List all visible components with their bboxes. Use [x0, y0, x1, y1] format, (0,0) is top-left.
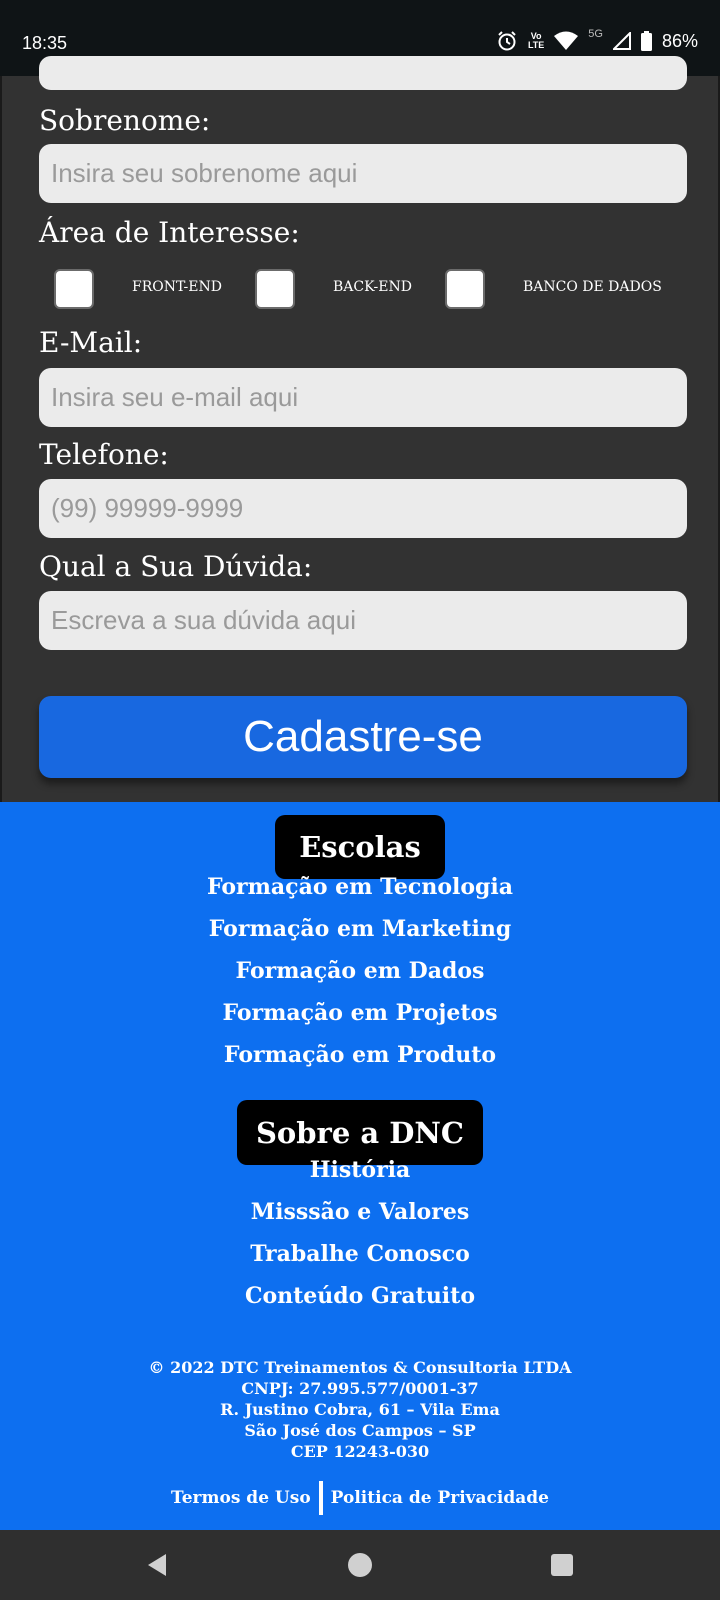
footer-link-tecnologia[interactable]: Formação em Tecnologia	[0, 874, 720, 900]
battery-percent: 86%	[661, 30, 698, 51]
back-icon[interactable]	[146, 1552, 168, 1582]
volte-bottom-text: LTE	[527, 40, 545, 50]
email-input[interactable]	[39, 368, 687, 427]
footer-link-missao-valores[interactable]: Misssão e Valores	[0, 1199, 720, 1225]
volte-icon: Vo LTE	[528, 32, 544, 50]
area-interesse-label: Área de Interesse:	[39, 216, 300, 249]
checkbox-back-end-label: BACK-END	[333, 279, 412, 295]
escolas-title: Escolas	[275, 815, 445, 879]
footer-link-trabalhe-conosco[interactable]: Trabalhe Conosco	[0, 1241, 720, 1267]
signal-icon	[612, 32, 631, 50]
copyright-block: © 2022 DTC Treinamentos & Consultoria LT…	[0, 1357, 720, 1462]
footer-link-projetos[interactable]: Formação em Projetos	[0, 1000, 720, 1026]
email-label: E-Mail:	[39, 326, 143, 359]
footer-link-dados[interactable]: Formação em Dados	[0, 958, 720, 984]
status-time: 18:35	[22, 33, 68, 53]
signup-form: Sobrenome: Área de Interesse: FRONT-END …	[0, 56, 720, 802]
checkbox-banco-de-dados[interactable]	[445, 269, 485, 309]
sobrenome-input[interactable]	[39, 144, 687, 203]
system-nav-bar	[0, 1530, 720, 1600]
legal-divider	[318, 1481, 323, 1515]
checkbox-front-end-label: FRONT-END	[132, 279, 222, 295]
network-5g-label: 5G	[588, 28, 603, 40]
footer-link-produto[interactable]: Formação em Produto	[0, 1042, 720, 1068]
cep-line: CEP 12243-030	[290, 1442, 430, 1461]
termos-de-uso-link[interactable]: Termos de Uso	[171, 1488, 311, 1508]
copyright-line: © 2022 DTC Treinamentos & Consultoria LT…	[148, 1358, 572, 1377]
battery-icon	[640, 31, 652, 51]
footer-link-marketing[interactable]: Formação em Marketing	[0, 916, 720, 942]
politica-privacidade-link[interactable]: Politica de Privacidade	[331, 1488, 549, 1508]
telefone-input[interactable]	[39, 479, 687, 538]
telefone-label: Telefone:	[39, 438, 169, 471]
status-icons: Vo LTE 5G 86%	[496, 28, 698, 52]
sobre-dnc-title: Sobre a DNC	[237, 1100, 483, 1165]
duvida-label: Qual a Sua Dúvida:	[39, 550, 313, 583]
alarm-icon	[496, 30, 518, 52]
home-icon[interactable]	[347, 1552, 373, 1582]
cnpj-line: CNPJ: 27.995.577/0001-37	[241, 1379, 479, 1398]
city-line: São José dos Campos – SP	[244, 1421, 476, 1440]
name-input-partial[interactable]	[39, 56, 687, 90]
legal-links: Termos de Uso Politica de Privacidade	[0, 1481, 720, 1515]
footer-link-historia[interactable]: História	[0, 1157, 720, 1183]
cadastre-se-button[interactable]: Cadastre-se	[39, 696, 687, 778]
recents-icon[interactable]	[551, 1554, 573, 1580]
wifi-icon	[554, 31, 579, 51]
footer-link-conteudo-gratuito[interactable]: Conteúdo Gratuito	[0, 1283, 720, 1309]
address-line: R. Justino Cobra, 61 – Vila Ema	[220, 1400, 500, 1419]
sobrenome-label: Sobrenome:	[39, 104, 211, 137]
checkbox-banco-de-dados-label: BANCO DE DADOS	[523, 279, 662, 295]
checkbox-front-end[interactable]	[54, 269, 94, 309]
duvida-input[interactable]	[39, 591, 687, 650]
checkbox-back-end[interactable]	[255, 269, 295, 309]
site-footer: Escolas Formação em Tecnologia Formação …	[0, 802, 720, 1530]
